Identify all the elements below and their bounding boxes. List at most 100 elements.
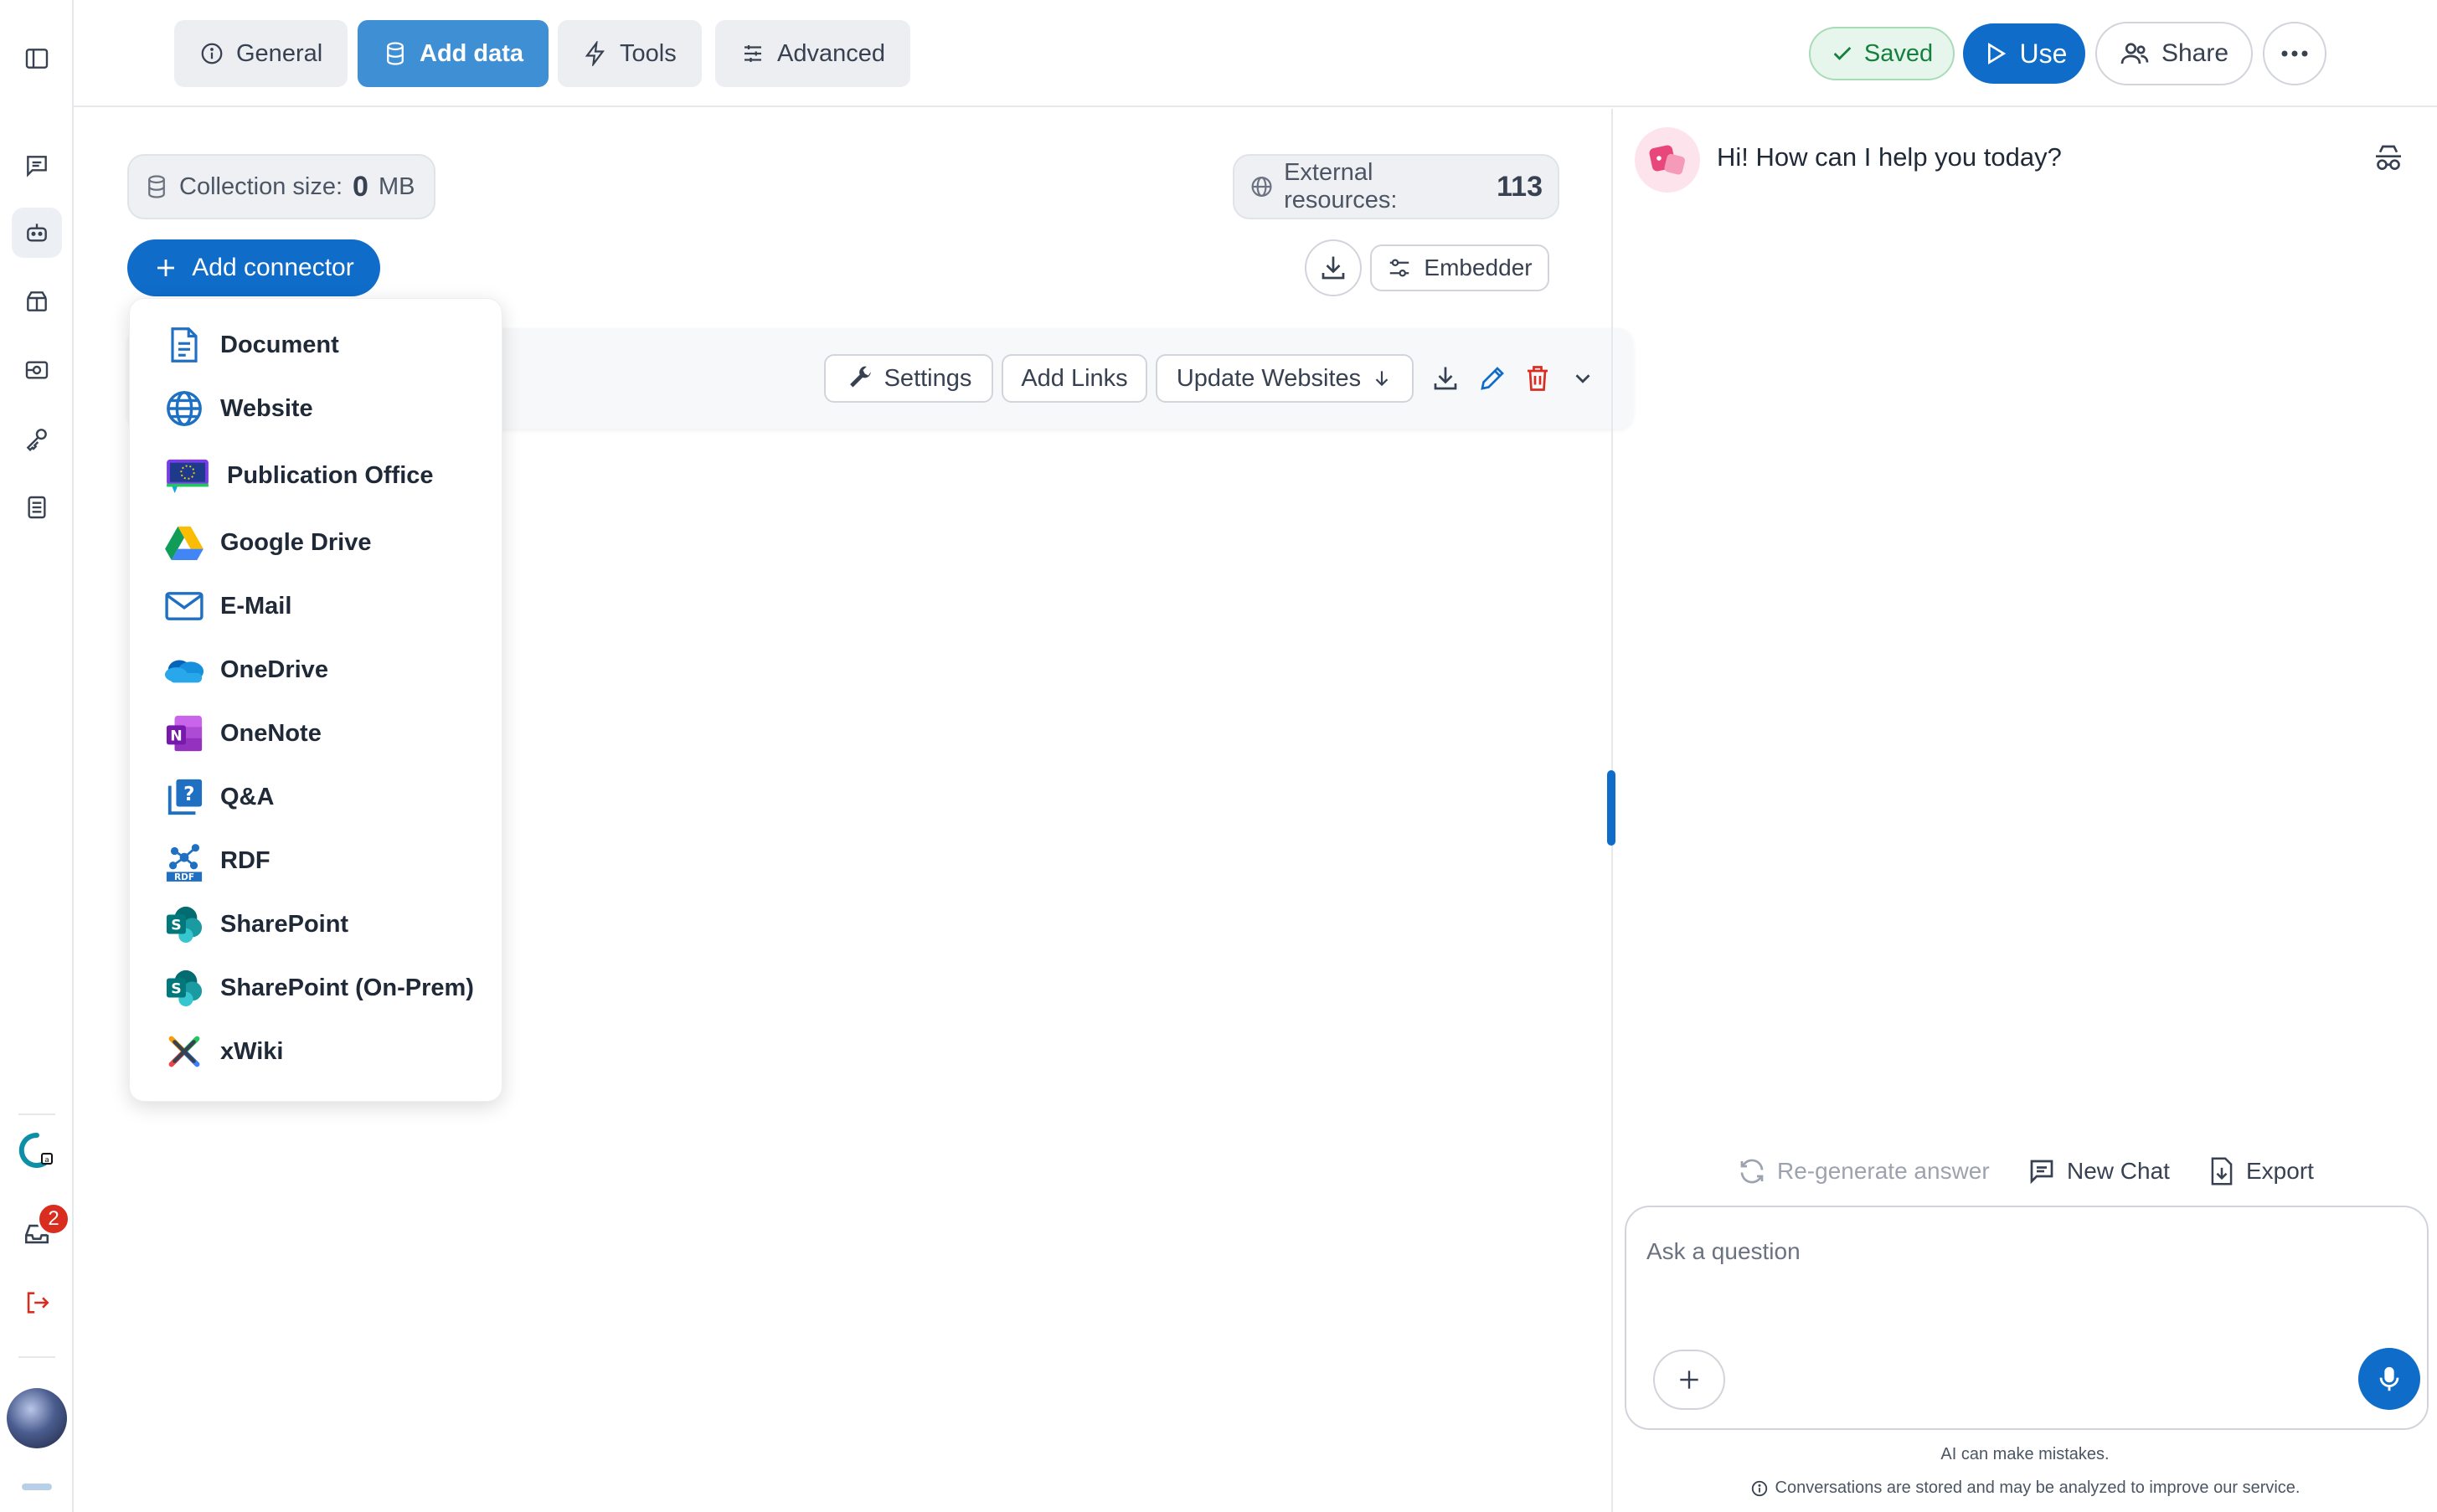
connector-label-website: Website	[220, 394, 313, 422]
rdf-icon: RDF	[163, 840, 205, 882]
share-button[interactable]: Share	[2095, 22, 2253, 85]
new-chat-button[interactable]: New Chat	[2027, 1150, 2170, 1192]
connector-dropdown-menu: Document Website Publication Office Goog…	[129, 298, 502, 1102]
database-icon	[387, 42, 404, 65]
workflows-icon[interactable]	[12, 345, 62, 395]
tab-add-data-label: Add data	[420, 39, 524, 67]
ask-box	[1625, 1206, 2429, 1430]
rail-divider-bottom	[18, 1356, 55, 1358]
export-label: Export	[2246, 1158, 2314, 1184]
assistants-icon[interactable]	[12, 208, 62, 258]
connector-item-website[interactable]: Website	[130, 379, 503, 438]
saved-status: Saved	[1809, 27, 1955, 80]
collection-size-pill: Collection size: 0 MB	[127, 154, 435, 219]
svg-text:S: S	[171, 981, 181, 998]
tab-general-label: General	[236, 39, 323, 67]
tab-advanced[interactable]: Advanced	[715, 20, 910, 87]
download-button[interactable]	[1305, 239, 1362, 296]
card-settings-button[interactable]: Settings	[824, 354, 993, 403]
logout-icon[interactable]	[12, 1278, 62, 1328]
connector-item-sharepoint[interactable]: S SharePoint	[130, 895, 503, 954]
more-options-button[interactable]	[2263, 22, 2326, 85]
arrow-down-icon	[1375, 371, 1389, 387]
onenote-icon: N	[163, 712, 205, 754]
toggle-sidebar-icon[interactable]	[12, 33, 62, 84]
sliders-icon	[744, 45, 761, 62]
connector-item-google-drive[interactable]: Google Drive	[130, 513, 503, 572]
regenerate-label: Re-generate answer	[1777, 1158, 1990, 1184]
api-keys-icon[interactable]	[12, 414, 62, 464]
plus-icon	[157, 260, 175, 276]
saved-label: Saved	[1863, 39, 1934, 67]
connector-label-google-drive: Google Drive	[220, 528, 372, 556]
top-toolbar: General Add data Tools Advanced Saved Us…	[74, 0, 2437, 107]
connector-item-publication-office[interactable]: Publication Office	[130, 446, 503, 505]
export-icon	[2211, 1157, 2233, 1185]
chat-greeting: Hi! How can I help you today?	[1717, 142, 2062, 172]
regenerate-answer-button[interactable]: Re-generate answer	[1737, 1150, 1990, 1192]
connector-item-sharepoint-onprem[interactable]: S SharePoint (On-Prem)	[130, 959, 503, 1017]
svg-text:N: N	[170, 728, 182, 745]
connector-label-onenote: OneNote	[220, 719, 322, 747]
card-download-icon[interactable]	[1429, 362, 1462, 395]
incognito-icon[interactable]	[2372, 142, 2409, 179]
chats-icon[interactable]	[12, 141, 62, 191]
connector-label-email: E-Mail	[220, 592, 292, 620]
left-rail: a 2	[0, 0, 74, 1512]
attach-button[interactable]	[1653, 1350, 1725, 1410]
mail-icon	[163, 585, 205, 627]
connector-item-onedrive[interactable]: OneDrive	[130, 640, 503, 699]
brand-logo-icon[interactable]: a	[12, 1125, 62, 1175]
tab-add-data[interactable]: Add data	[358, 20, 549, 87]
globe-icon	[1251, 177, 1272, 197]
tab-advanced-label: Advanced	[777, 39, 885, 67]
onedrive-icon	[163, 649, 205, 691]
info-icon	[201, 43, 223, 64]
xwiki-icon	[163, 1031, 205, 1072]
connector-item-rdf[interactable]: RDF RDF	[130, 831, 503, 890]
ai-disclaimer: AI can make mistakes.	[1940, 1445, 2110, 1463]
marketplace-icon[interactable]	[12, 276, 62, 327]
connector-item-email[interactable]: E-Mail	[130, 577, 503, 635]
tab-tools-label: Tools	[620, 39, 677, 67]
lightning-icon	[585, 41, 605, 66]
user-avatar[interactable]	[7, 1388, 67, 1448]
connector-label-rdf: RDF	[220, 846, 270, 874]
embedder-button[interactable]: Embedder	[1370, 244, 1549, 291]
docs-icon[interactable]	[12, 482, 62, 532]
connector-label-publication-office: Publication Office	[227, 461, 434, 489]
microphone-icon	[2379, 1366, 2399, 1391]
update-websites-button[interactable]: Update Websites	[1156, 354, 1414, 403]
refresh-icon	[1740, 1159, 1764, 1184]
delete-trash-icon[interactable]	[1521, 362, 1554, 395]
ask-question-input[interactable]	[1646, 1231, 2400, 1273]
edit-pencil-icon[interactable]	[1476, 362, 1509, 395]
connector-item-xwiki[interactable]: xWiki	[130, 1022, 503, 1081]
external-resources-label: External resources:	[1284, 159, 1398, 213]
collection-size-label: Collection size:	[179, 172, 343, 200]
connector-item-onenote[interactable]: N OneNote	[130, 704, 503, 763]
share-label: Share	[2161, 39, 2229, 67]
chevron-down-icon[interactable]	[1566, 362, 1600, 395]
collection-size-unit: MB	[378, 172, 415, 200]
svg-text:?: ?	[183, 784, 194, 805]
external-resources-value: 113	[1497, 170, 1543, 203]
tab-general[interactable]: General	[174, 20, 348, 87]
embedder-label: Embedder	[1424, 255, 1533, 280]
voice-input-button[interactable]	[2358, 1348, 2420, 1410]
add-links-button[interactable]: Add Links	[1002, 354, 1147, 403]
connector-item-document[interactable]: Document	[130, 316, 503, 374]
chat-panel: Hi! How can I help you today? Re-generat…	[1613, 109, 2437, 1512]
export-button[interactable]: Export	[2208, 1150, 2314, 1192]
rail-handle[interactable]	[22, 1484, 52, 1490]
update-websites-label: Update Websites	[1176, 364, 1362, 392]
eu-publication-icon	[163, 455, 212, 496]
tab-tools[interactable]: Tools	[558, 20, 702, 87]
connector-item-qa[interactable]: ? Q&A	[130, 768, 503, 826]
use-button[interactable]: Use	[1963, 23, 2085, 84]
connector-label-qa: Q&A	[220, 783, 275, 810]
wrench-icon	[849, 366, 871, 388]
ellipsis-icon	[2281, 50, 2308, 57]
add-connector-button[interactable]: Add connector	[127, 239, 380, 296]
globe-icon	[163, 388, 205, 429]
